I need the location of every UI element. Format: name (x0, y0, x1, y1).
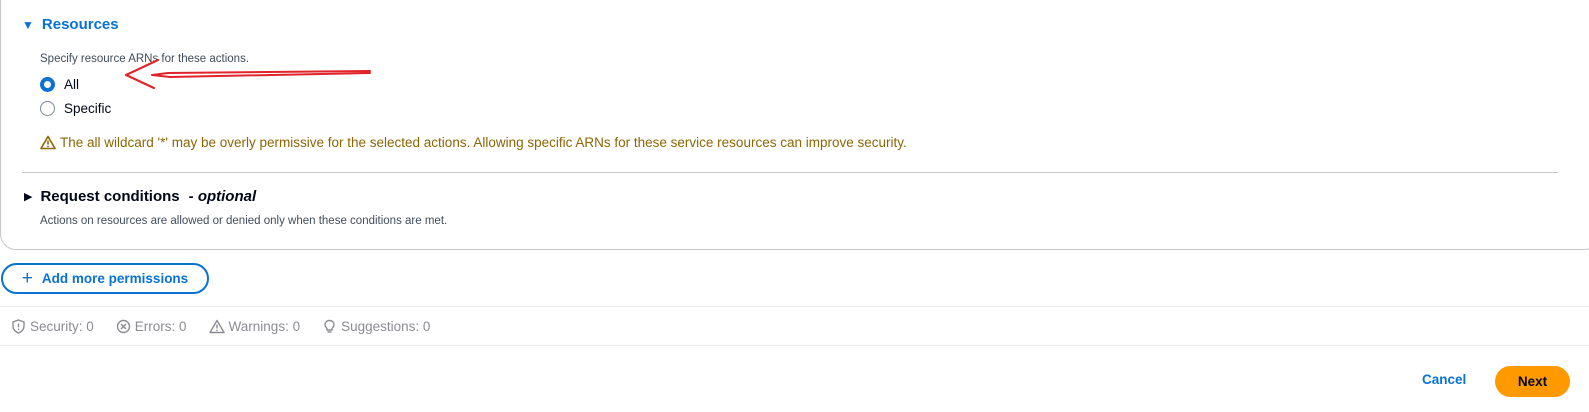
suggestions-count-label: Suggestions: 0 (341, 318, 431, 334)
validation-status-bar: Security: 0 Errors: 0 Warnings: 0 Sugges… (0, 306, 1589, 346)
radio-option-specific[interactable]: Specific (40, 101, 111, 116)
radio-option-all[interactable]: All (40, 77, 79, 92)
radio-label-specific: Specific (64, 101, 112, 116)
error-circle-icon (116, 319, 130, 333)
warning-triangle-icon (40, 135, 56, 150)
lightbulb-icon (324, 319, 335, 333)
warning-triangle-icon (208, 319, 225, 333)
cancel-button[interactable]: Cancel (1422, 372, 1466, 387)
optional-label: - optional (188, 188, 257, 205)
add-more-permissions-label: Add more permissions (41, 271, 189, 286)
resources-description: Specify resource ARNs for these actions. (40, 53, 250, 65)
errors-count-label: Errors: 0 (134, 318, 187, 334)
radio-label-all: All (64, 77, 80, 92)
security-count-label: Security: 0 (30, 318, 94, 334)
plus-icon: + (21, 268, 33, 289)
next-button[interactable]: Next (1495, 366, 1570, 397)
security-count[interactable]: Security: 0 (11, 319, 94, 334)
shield-icon (12, 318, 25, 334)
caret-down-icon: ▼ (22, 17, 34, 32)
radio-button-specific[interactable] (40, 101, 55, 116)
request-conditions-toggle[interactable]: ▶ Request conditions - optional (24, 188, 256, 205)
radio-button-all[interactable] (40, 77, 55, 92)
suggestions-count[interactable]: Suggestions: 0 (322, 319, 430, 334)
permissions-panel (0, 0, 1589, 250)
warnings-count-label: Warnings: 0 (228, 318, 301, 334)
errors-count[interactable]: Errors: 0 (116, 319, 187, 334)
resources-title: Resources (41, 16, 119, 33)
resources-section-toggle[interactable]: ▼ Resources (22, 16, 119, 33)
warning-text: The all wildcard '*' may be overly permi… (60, 135, 907, 150)
wildcard-warning: The all wildcard '*' may be overly permi… (40, 135, 907, 150)
request-conditions-title: Request conditions (40, 188, 180, 205)
warnings-count[interactable]: Warnings: 0 (208, 318, 301, 334)
section-divider (22, 172, 1558, 173)
add-more-permissions-button[interactable]: + Add more permissions (1, 263, 209, 294)
request-conditions-description: Actions on resources are allowed or deni… (40, 215, 448, 227)
caret-right-icon: ▶ (24, 191, 33, 203)
